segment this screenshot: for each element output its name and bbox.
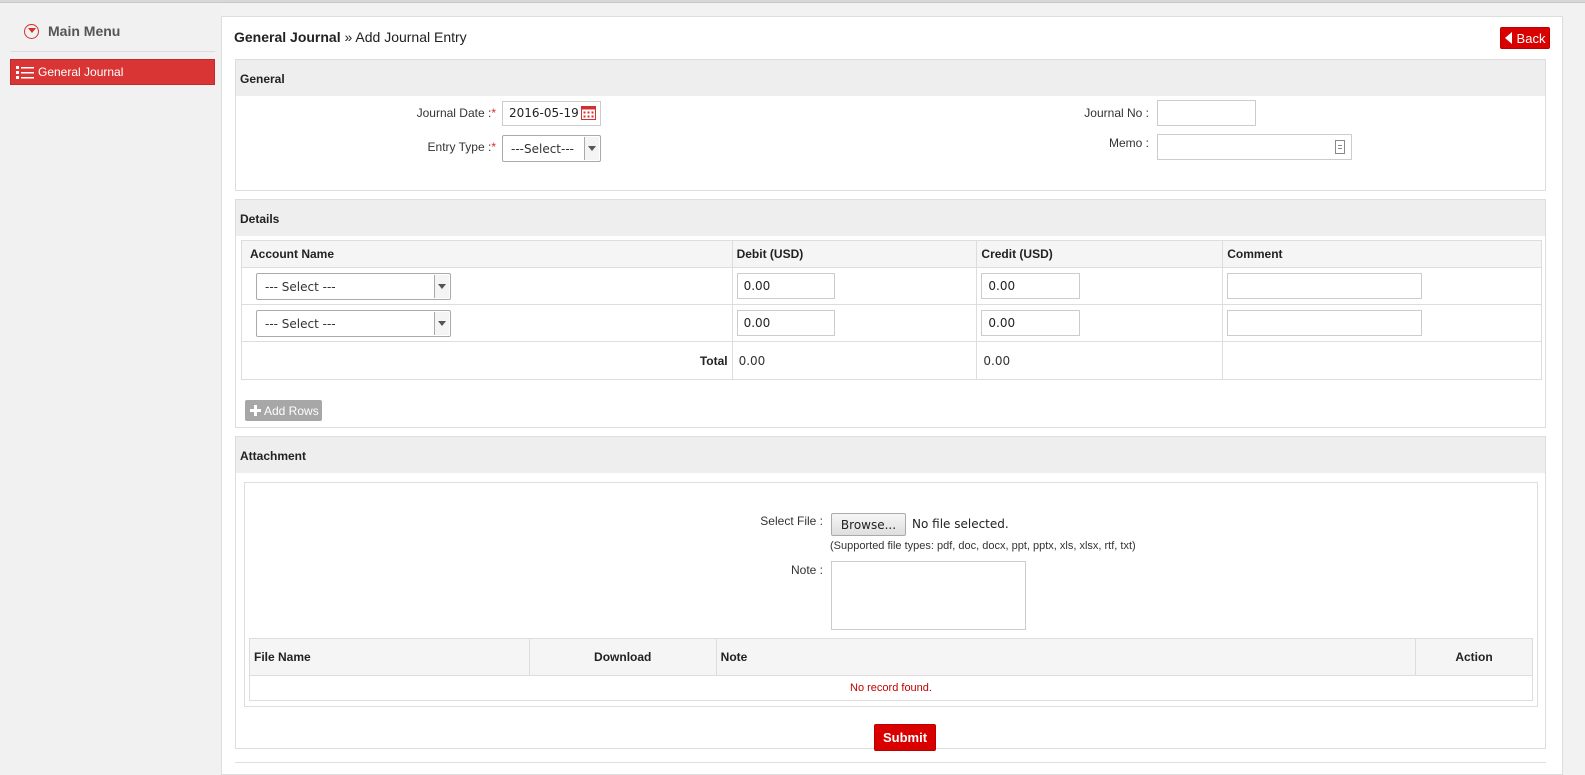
col-download: Download bbox=[528, 638, 717, 676]
journal-date-label: Journal Date :* bbox=[416, 106, 496, 120]
account-select[interactable]: --- Select --- bbox=[256, 273, 451, 300]
main-menu-toggle[interactable]: Main Menu bbox=[24, 22, 120, 40]
entry-type-label: Entry Type :* bbox=[427, 140, 496, 154]
breadcrumb-page: Add Journal Entry bbox=[355, 29, 467, 45]
breadcrumb-section[interactable]: General Journal bbox=[234, 29, 341, 45]
submit-button[interactable]: Submit bbox=[874, 724, 936, 751]
sidebar-item-general-journal[interactable]: General Journal bbox=[10, 59, 215, 85]
chevron-down-circle-icon bbox=[24, 23, 39, 39]
account-select[interactable]: --- Select --- bbox=[256, 310, 451, 337]
attachment-header-row: File Name Download Note Action bbox=[249, 638, 1533, 676]
empty-message: No record found. bbox=[249, 675, 1533, 701]
table-row: --- Select --- 0.00 0.00 bbox=[241, 267, 1542, 305]
general-panel: General Journal Date :* 2016-05-19 Entry… bbox=[235, 59, 1546, 191]
credit-input[interactable]: 0.00 bbox=[981, 273, 1081, 299]
top-border bbox=[0, 0, 1585, 3]
select-file-label: Select File : bbox=[760, 514, 823, 528]
col-file-name: File Name bbox=[249, 638, 530, 676]
back-button[interactable]: Back bbox=[1500, 27, 1550, 49]
attachment-form: Select File : Browse... No file selected… bbox=[244, 482, 1538, 707]
comment-input[interactable] bbox=[1227, 273, 1423, 299]
sidebar: Main Menu General Journal bbox=[0, 3, 222, 775]
resize-icon bbox=[1335, 140, 1345, 157]
no-file-text: No file selected. bbox=[912, 517, 1009, 531]
add-rows-button[interactable]: Add Rows bbox=[245, 400, 322, 421]
breadcrumb-separator: » bbox=[340, 29, 356, 45]
browse-button[interactable]: Browse... bbox=[831, 513, 906, 536]
journal-no-input[interactable] bbox=[1157, 100, 1256, 126]
supported-types-text: (Supported file types: pdf, doc, docx, p… bbox=[830, 540, 1136, 552]
arrow-left-icon bbox=[1504, 32, 1512, 44]
footer-divider bbox=[235, 762, 1546, 763]
total-debit: 0.00 bbox=[731, 341, 978, 380]
total-row: Total 0.00 0.00 bbox=[241, 341, 1542, 380]
note-textarea[interactable] bbox=[831, 561, 1026, 630]
note-label: Note : bbox=[790, 563, 823, 577]
details-heading: Details bbox=[236, 200, 1545, 236]
col-debit: Debit (USD) bbox=[731, 240, 978, 268]
debit-input[interactable]: 0.00 bbox=[736, 273, 835, 299]
main-panel: General Journal » Add Journal Entry Back… bbox=[221, 16, 1563, 775]
col-note: Note bbox=[715, 638, 1417, 676]
col-action: Action bbox=[1415, 638, 1533, 676]
entry-type-select[interactable]: ---Select--- bbox=[502, 135, 601, 162]
attachment-panel: Attachment Select File : Browse... No fi… bbox=[235, 436, 1546, 751]
list-icon bbox=[16, 65, 34, 79]
sidebar-item-label: General Journal bbox=[38, 65, 124, 79]
debit-input[interactable]: 0.00 bbox=[736, 310, 835, 336]
col-comment: Comment bbox=[1222, 240, 1542, 268]
back-label: Back bbox=[1516, 30, 1546, 46]
details-table: Account Name Debit (USD) Credit (USD) Co… bbox=[241, 240, 1542, 380]
col-account-name: Account Name bbox=[241, 240, 733, 268]
attachment-heading: Attachment bbox=[236, 437, 1545, 473]
add-rows-label: Add Rows bbox=[264, 403, 319, 418]
memo-input[interactable] bbox=[1157, 134, 1352, 160]
attachment-table: File Name Download Note Action No record… bbox=[249, 638, 1533, 701]
details-panel: Details Account Name Debit (USD) Credit … bbox=[235, 199, 1546, 428]
total-comment-cell bbox=[1222, 341, 1542, 380]
total-credit: 0.00 bbox=[976, 341, 1224, 380]
comment-input[interactable] bbox=[1227, 310, 1423, 336]
journal-no-label: Journal No : bbox=[1084, 106, 1149, 120]
col-credit: Credit (USD) bbox=[976, 240, 1224, 268]
credit-input[interactable]: 0.00 bbox=[981, 310, 1081, 336]
menu-divider bbox=[10, 51, 215, 52]
calendar-icon[interactable] bbox=[581, 105, 596, 123]
details-header-row: Account Name Debit (USD) Credit (USD) Co… bbox=[241, 240, 1542, 268]
general-heading: General bbox=[236, 60, 1545, 96]
total-label: Total bbox=[241, 341, 733, 380]
main-menu-title: Main Menu bbox=[48, 23, 121, 39]
breadcrumb: General Journal » Add Journal Entry bbox=[234, 29, 467, 45]
table-row: No record found. bbox=[249, 675, 1533, 701]
memo-label: Memo : bbox=[1108, 136, 1149, 150]
table-row: --- Select --- 0.00 0.00 bbox=[241, 304, 1542, 342]
plus-icon bbox=[250, 405, 261, 416]
